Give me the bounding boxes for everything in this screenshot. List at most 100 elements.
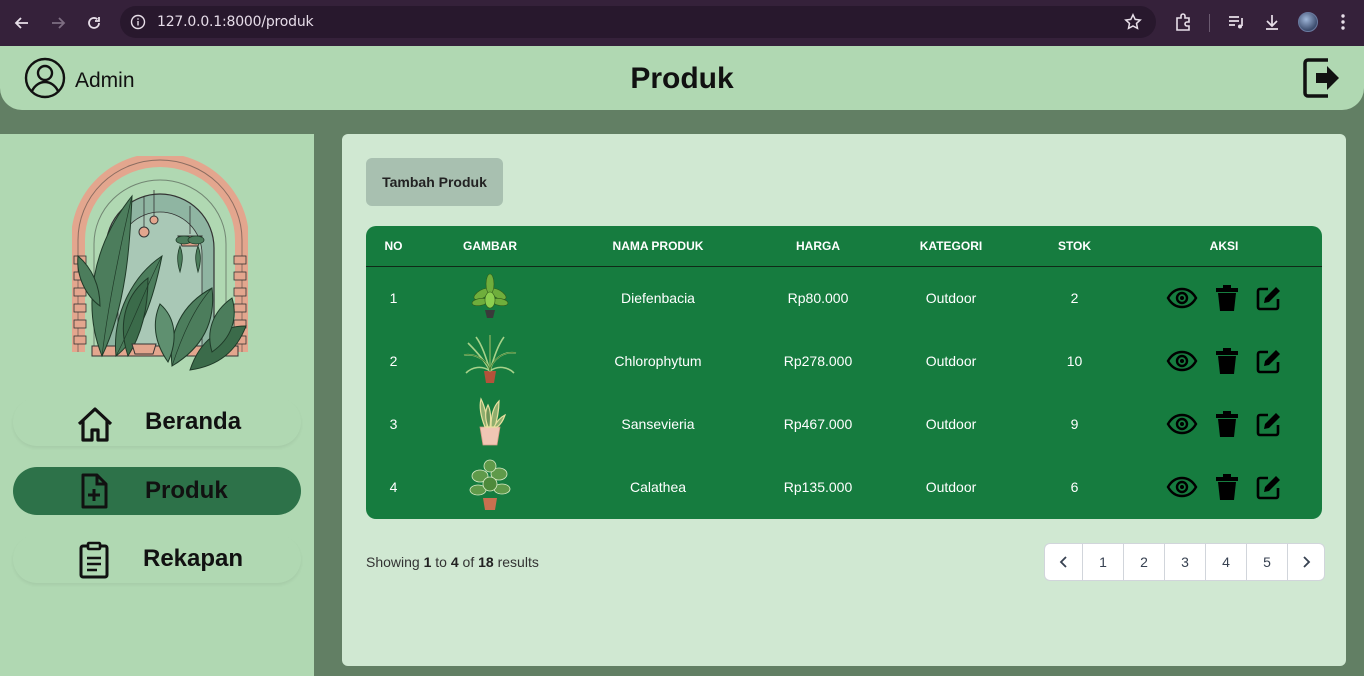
- home-icon: [75, 404, 115, 449]
- view-eye-icon[interactable]: [1166, 287, 1198, 309]
- cell-image: [421, 392, 559, 455]
- cell-stock: 6: [1070, 478, 1079, 495]
- product-table: NO GAMBAR NAMA PRODUK HARGA KATEGORI STO…: [366, 226, 1322, 519]
- address-bar[interactable]: 127.0.0.1:8000/produk: [120, 6, 1156, 38]
- showing-suffix: results: [497, 554, 539, 570]
- delete-trash-icon[interactable]: [1215, 473, 1239, 501]
- site-info-icon[interactable]: [130, 14, 146, 35]
- cell-category: Outdoor: [925, 478, 977, 495]
- table-row: 3 Sansevieria Rp467.000 Outdoor 9: [366, 392, 1322, 455]
- cell-no: 2: [389, 352, 398, 369]
- table-row: 2 Chlorophytum Rp278.000 Outdoor 10: [366, 329, 1322, 392]
- cell-name: Chlorophytum: [614, 352, 702, 369]
- next-page-button[interactable]: [1287, 544, 1324, 580]
- kebab-menu-icon[interactable]: [1333, 12, 1353, 37]
- cell-no: 3: [389, 415, 398, 432]
- column-header-kategori: KATEGORI: [879, 226, 1023, 267]
- edit-pencil-icon[interactable]: [1256, 474, 1282, 500]
- page-button-4[interactable]: 4: [1205, 544, 1246, 580]
- profile-avatar[interactable]: [1298, 12, 1318, 32]
- file-plus-icon: [77, 473, 111, 514]
- sansevieria-plant-image: [473, 397, 507, 450]
- column-header-aksi: AKSI: [1126, 226, 1322, 267]
- browser-toolbar: 127.0.0.1:8000/produk: [0, 0, 1364, 46]
- diefenbacia-plant-image: [470, 272, 510, 323]
- cell-image: [421, 329, 559, 392]
- toolbar-divider: [1209, 14, 1210, 32]
- delete-trash-icon[interactable]: [1215, 410, 1239, 438]
- sidebar-item-label: Beranda: [145, 408, 242, 435]
- edit-pencil-icon[interactable]: [1256, 285, 1282, 311]
- table-row: 1 Diefenbacia Rp80.000 Outdoor 2: [366, 266, 1322, 329]
- cell-name: Sansevieria: [621, 415, 695, 432]
- cell-name: Diefenbacia: [621, 289, 695, 306]
- chevron-right-icon: [1303, 556, 1311, 568]
- showing-prefix: Showing: [366, 554, 420, 570]
- showing-to-word: to: [435, 554, 447, 570]
- showing-total: 18: [478, 554, 494, 570]
- cell-stock: 2: [1070, 289, 1079, 306]
- edit-pencil-icon[interactable]: [1256, 411, 1282, 437]
- cell-actions: [1126, 455, 1322, 518]
- cell-image: [421, 266, 559, 329]
- sidebar-item-produk[interactable]: Produk: [13, 467, 301, 515]
- page-button-1[interactable]: 1: [1082, 544, 1123, 580]
- chevron-left-icon: [1059, 556, 1067, 568]
- sidebar-item-rekapan[interactable]: Rekapan: [13, 535, 301, 583]
- cell-category: Outdoor: [925, 289, 977, 306]
- cell-stock: 10: [1066, 352, 1083, 369]
- pagination: 1 2 3 4 5: [1044, 543, 1325, 581]
- view-eye-icon[interactable]: [1166, 350, 1198, 372]
- sidebar-item-beranda[interactable]: Beranda: [13, 398, 301, 446]
- main-panel: Tambah Produk NO GAMBAR NAMA PRODUK HARG…: [342, 134, 1346, 666]
- download-icon[interactable]: [1262, 12, 1282, 37]
- reload-icon[interactable]: [83, 12, 105, 34]
- showing-from: 1: [423, 554, 432, 570]
- back-arrow-icon[interactable]: [11, 12, 33, 34]
- extensions-icon[interactable]: [1173, 12, 1193, 37]
- cell-price: Rp135.000: [783, 478, 853, 495]
- edit-pencil-icon[interactable]: [1256, 348, 1282, 374]
- column-header-no: NO: [366, 226, 421, 267]
- forward-arrow-icon[interactable]: [47, 12, 69, 34]
- table-row: 4 Calathea Rp135.000 Outdoor 6: [366, 455, 1322, 518]
- column-header-nama-produk: NAMA PRODUK: [559, 226, 757, 267]
- page-title: Produk: [630, 62, 734, 95]
- cell-price: Rp278.000: [783, 352, 853, 369]
- sidebar-item-label: Produk: [145, 477, 228, 504]
- cell-actions: [1126, 329, 1322, 392]
- chlorophytum-plant-image: [462, 333, 518, 388]
- logout-icon[interactable]: [1302, 56, 1342, 105]
- cell-price: Rp80.000: [787, 289, 849, 306]
- add-product-button[interactable]: Tambah Produk: [366, 158, 503, 206]
- table-header-row: NO GAMBAR NAMA PRODUK HARGA KATEGORI STO…: [366, 226, 1322, 267]
- cell-image: [421, 455, 559, 518]
- sidebar: Beranda Produk Rekapan: [0, 134, 314, 676]
- clipboard-icon: [77, 541, 111, 584]
- url-text[interactable]: 127.0.0.1:8000/produk: [157, 14, 314, 30]
- media-queue-icon[interactable]: [1226, 12, 1246, 37]
- delete-trash-icon[interactable]: [1215, 347, 1239, 375]
- cell-actions: [1126, 392, 1322, 455]
- cell-price: Rp467.000: [783, 415, 853, 432]
- bookmark-star-icon[interactable]: [1124, 13, 1142, 36]
- cell-no: 1: [389, 289, 398, 306]
- column-header-gambar: GAMBAR: [421, 226, 559, 267]
- cell-name: Calathea: [629, 478, 687, 495]
- cell-no: 4: [389, 478, 398, 495]
- page-button-2[interactable]: 2: [1123, 544, 1164, 580]
- sidebar-item-label: Rekapan: [143, 545, 244, 572]
- prev-page-button[interactable]: [1045, 544, 1082, 580]
- column-header-harga: HARGA: [757, 226, 879, 267]
- cell-category: Outdoor: [925, 415, 977, 432]
- showing-of-word: of: [462, 554, 475, 570]
- cell-category: Outdoor: [925, 352, 977, 369]
- app-header: Admin Produk: [0, 46, 1364, 110]
- page-button-5[interactable]: 5: [1246, 544, 1287, 580]
- pagination-summary: Showing 1 to 4 of 18 results: [366, 554, 539, 570]
- view-eye-icon[interactable]: [1166, 476, 1198, 498]
- column-header-stok: STOK: [1023, 226, 1126, 267]
- view-eye-icon[interactable]: [1166, 413, 1198, 435]
- page-button-3[interactable]: 3: [1164, 544, 1205, 580]
- delete-trash-icon[interactable]: [1215, 284, 1239, 312]
